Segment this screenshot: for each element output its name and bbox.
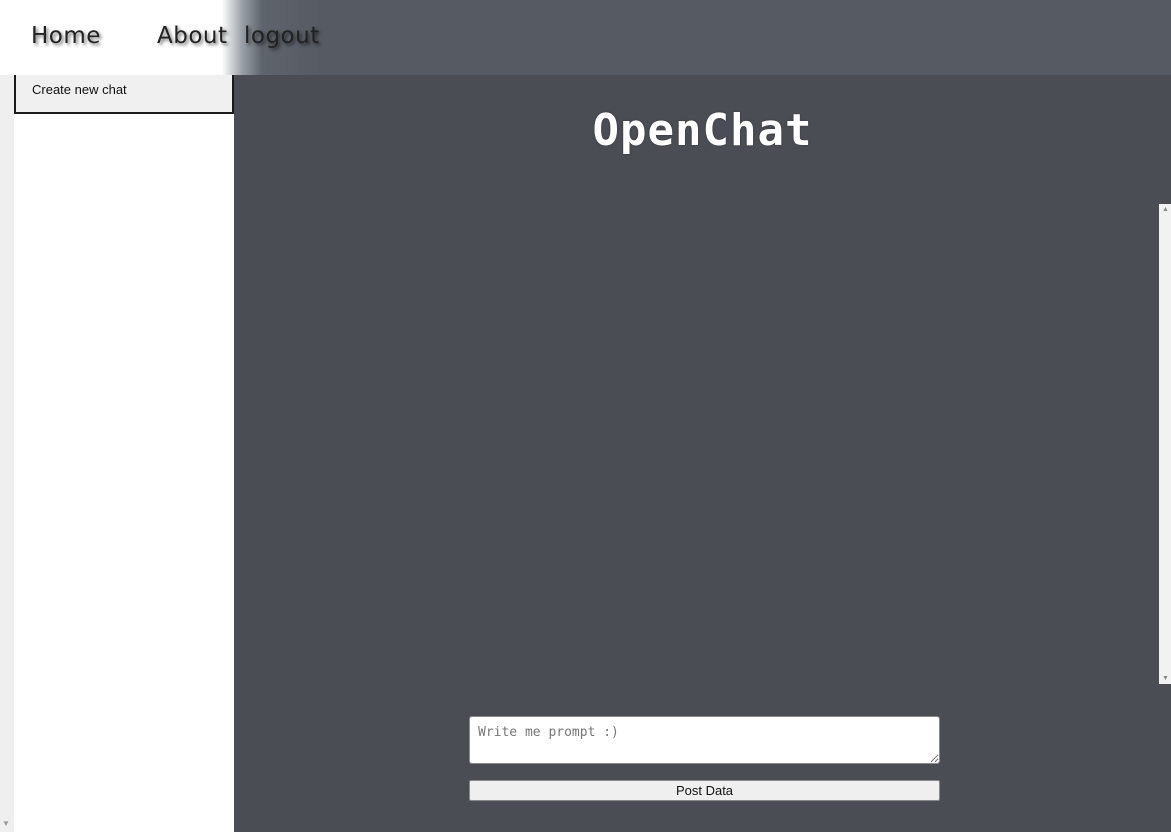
prompt-input[interactable] [469, 716, 940, 764]
page-title: OpenChat [592, 105, 813, 156]
nav-logout-link[interactable]: logout [244, 18, 320, 54]
nav-about-link[interactable]: About [157, 18, 228, 54]
chat-sidebar: Create new chat [14, 75, 234, 832]
create-new-chat-label: Create new chat [32, 82, 127, 97]
create-new-chat-button[interactable]: Create new chat [14, 75, 234, 114]
page-scrollbar[interactable]: ▼ [0, 75, 14, 832]
post-data-button[interactable]: Post Data [469, 780, 940, 801]
top-nav: Home About logout [0, 0, 1171, 75]
chat-scrollbar[interactable]: ▲ ▼ [1159, 204, 1171, 684]
app-page: Home About logout ▼ Create new chat Open… [0, 0, 1171, 832]
scroll-down-arrow-icon[interactable]: ▼ [1162, 675, 1169, 682]
scroll-up-arrow-icon[interactable]: ▲ [1162, 206, 1169, 213]
scroll-down-arrow-icon[interactable]: ▼ [2, 819, 10, 828]
nav-home-link[interactable]: Home [31, 18, 101, 54]
